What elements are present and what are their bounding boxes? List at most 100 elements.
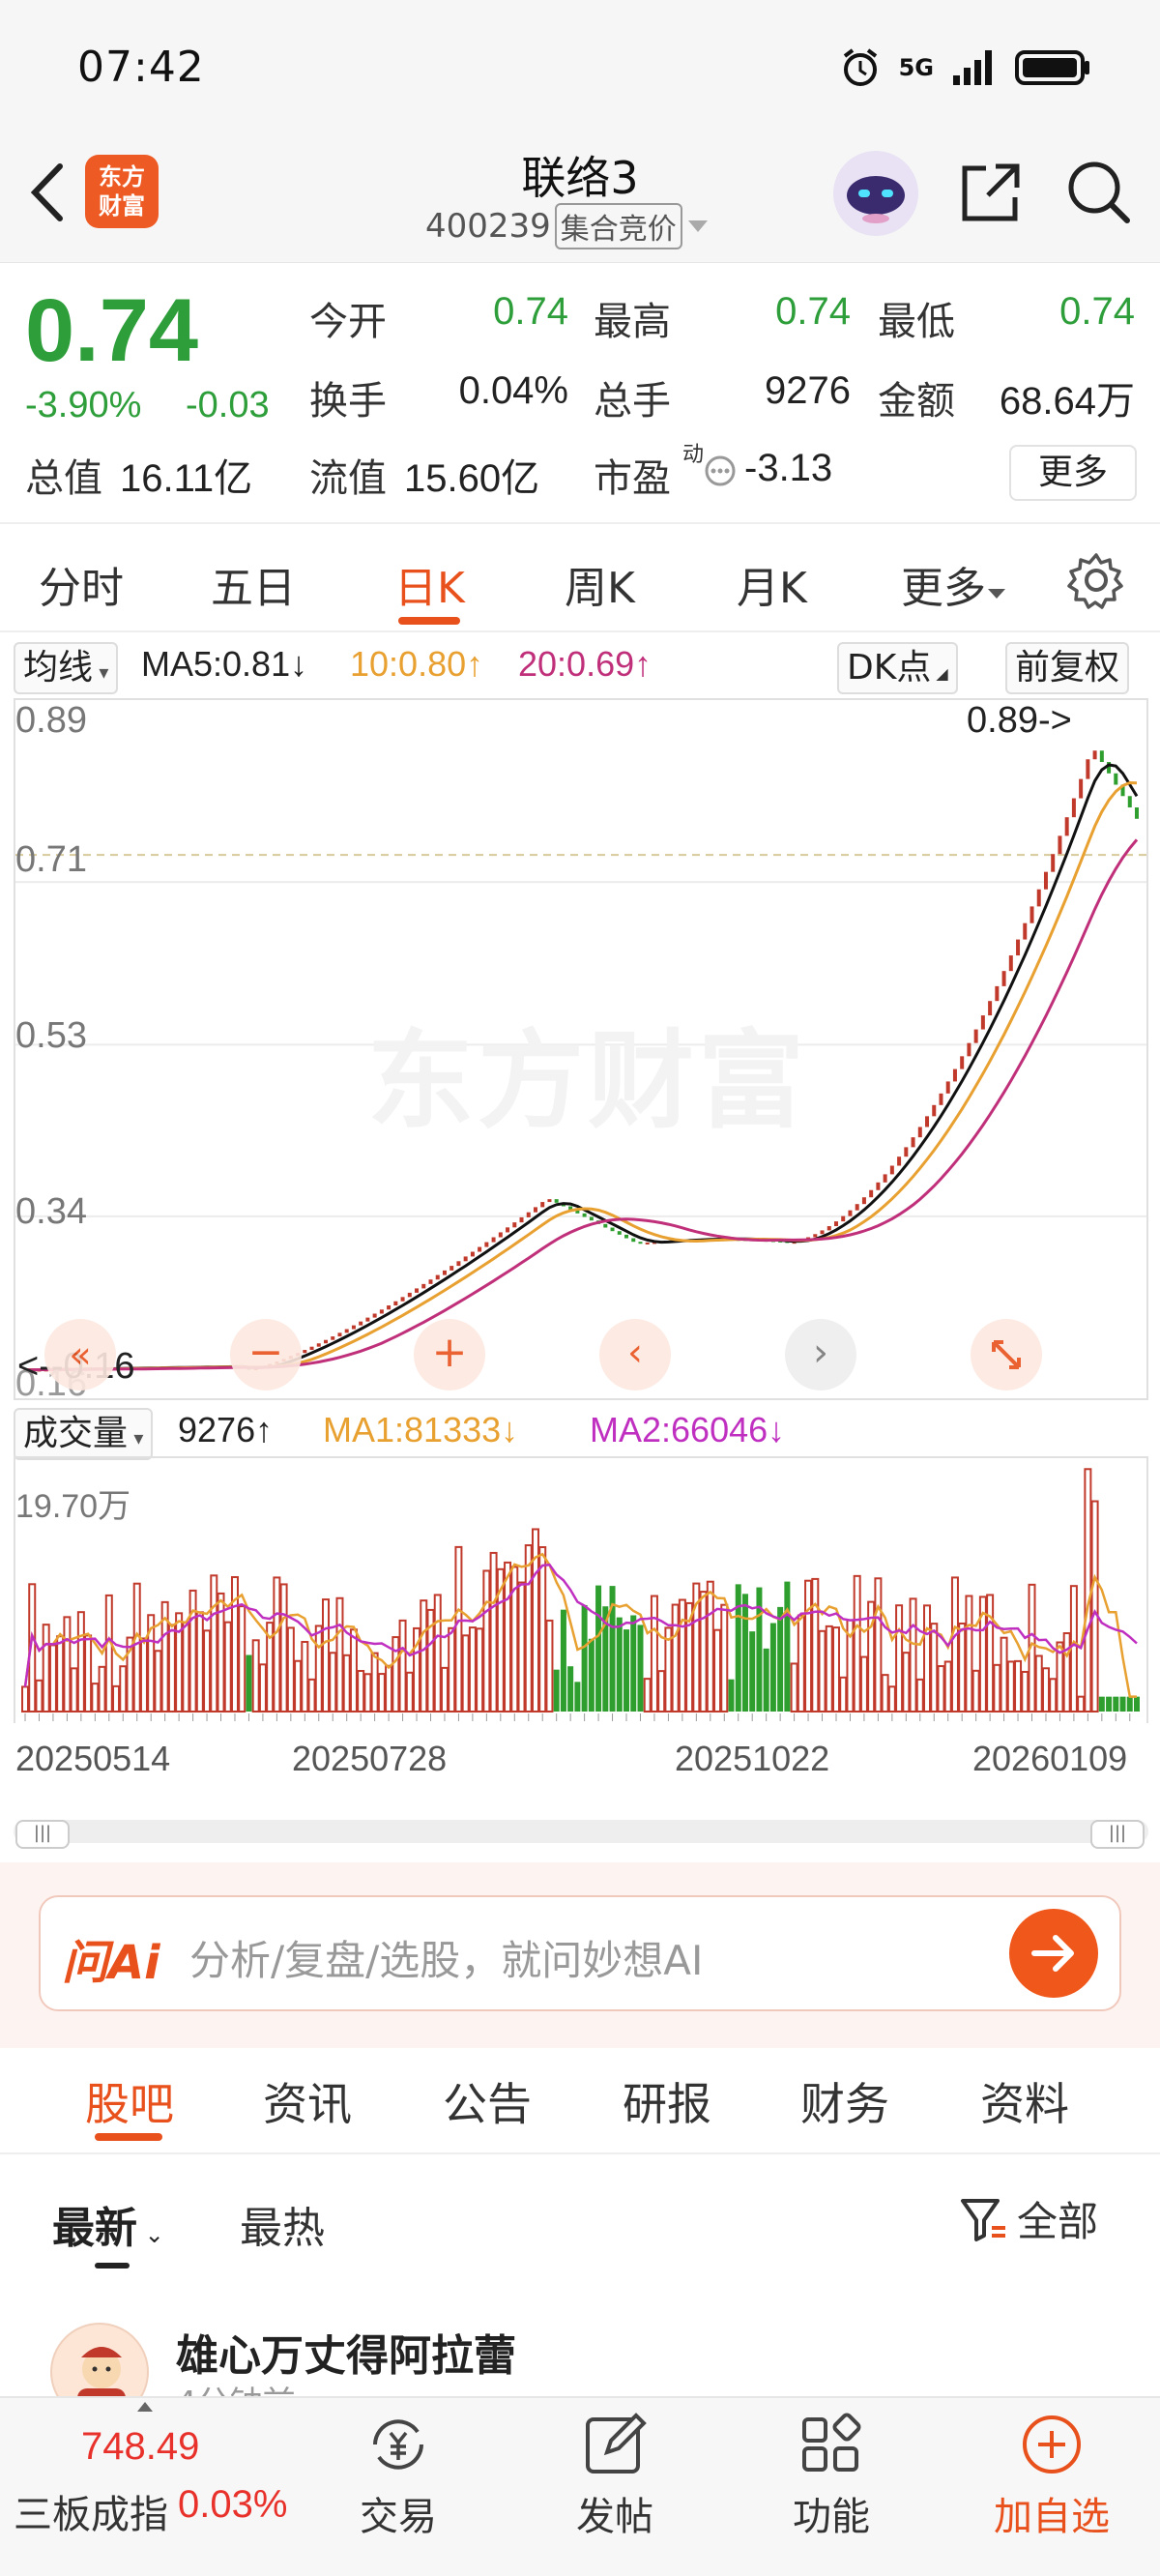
share-icon[interactable] — [957, 159, 1025, 226]
tab-forum[interactable]: 股吧 — [85, 2069, 174, 2133]
post-username[interactable]: 雄心万丈得阿拉蕾 — [176, 2321, 516, 2383]
tab-more[interactable]: 更多 — [901, 553, 1007, 615]
volume-bar — [286, 1626, 295, 1712]
feed-filter-button[interactable]: 全部 — [957, 2189, 1098, 2248]
volume-bar — [182, 1621, 190, 1712]
feed-hot-tab[interactable]: 最热 — [240, 2193, 325, 2255]
volume-bar — [476, 1627, 484, 1713]
candle — [337, 1332, 342, 1337]
volume-bar — [307, 1678, 316, 1713]
candle — [351, 1325, 356, 1330]
candle — [506, 1227, 510, 1233]
volume-bar — [203, 1629, 212, 1712]
ai-submit-button[interactable] — [1009, 1909, 1098, 1998]
active-tab-underline — [398, 617, 460, 625]
range-handle-right[interactable]: ||| — [1090, 1820, 1145, 1849]
x-date-3: 20260109 — [972, 1739, 1128, 1778]
high-value: 0.74 — [775, 290, 851, 333]
volume-chart[interactable] — [14, 1456, 1148, 1723]
volume-bar — [1021, 1670, 1030, 1712]
zoom-out-button[interactable]: − — [230, 1319, 302, 1390]
candle — [435, 1274, 440, 1280]
feed-filter-label: 全部 — [1017, 2198, 1099, 2245]
compose-label[interactable]: 发帖 — [518, 2485, 711, 2541]
range-scroller[interactable] — [14, 1820, 1148, 1843]
volume-bar — [699, 1591, 708, 1712]
tab-intraday[interactable]: 分时 — [39, 553, 124, 615]
volume-bar — [517, 1581, 526, 1712]
volume-bar — [175, 1612, 184, 1712]
index-name[interactable]: 三板成指 — [14, 2483, 168, 2539]
volume-bar — [454, 1545, 463, 1713]
volume-bar — [1069, 1585, 1078, 1712]
candle — [883, 1174, 887, 1183]
scroll-left-button[interactable]: ‹ — [599, 1319, 671, 1390]
trade-icon[interactable] — [302, 2408, 495, 2485]
volume-bar — [735, 1584, 741, 1712]
volume-bar — [853, 1574, 861, 1712]
candle — [1127, 796, 1132, 808]
compose-icon[interactable] — [518, 2408, 711, 2485]
range-handle-left[interactable]: ||| — [15, 1820, 70, 1849]
tab-news[interactable]: 资讯 — [263, 2069, 352, 2133]
stock-subtitle[interactable]: 400239 集合竞价 — [425, 203, 710, 249]
tab-finance[interactable]: 财务 — [800, 2069, 889, 2133]
low-value: 0.74 — [1059, 290, 1135, 333]
functions-icon[interactable] — [735, 2408, 928, 2485]
tab-monthly-k[interactable]: 月K — [737, 553, 807, 615]
tab-announcements[interactable]: 公告 — [443, 2069, 532, 2133]
ma-type-chip[interactable]: 均线 ▾ — [14, 642, 119, 694]
functions-label[interactable]: 功能 — [735, 2485, 928, 2541]
candle — [826, 1226, 831, 1231]
ma10-value: 10:0.80 — [350, 644, 467, 684]
scroll-far-left-button[interactable]: « — [44, 1319, 116, 1390]
adjust-chip[interactable]: 前复权 — [1005, 642, 1130, 694]
feed-latest-tab[interactable]: 最新 ⌄ — [52, 2193, 164, 2255]
volume-bar — [839, 1676, 848, 1713]
more-quote-button[interactable]: 更多 — [1009, 445, 1137, 501]
zoom-in-button[interactable]: + — [414, 1319, 485, 1390]
volume-bar — [545, 1619, 554, 1712]
y-tick-2: 0.53 — [15, 1015, 87, 1056]
candle — [995, 985, 1000, 1002]
candle — [960, 1056, 965, 1069]
volume-bar — [1034, 1654, 1043, 1712]
volume-ma1: MA1:81333↓ — [323, 1410, 519, 1449]
volume-bar — [398, 1619, 407, 1712]
trade-label[interactable]: 交易 — [302, 2485, 495, 2541]
ma10-label: 10:0.80↑ — [350, 644, 484, 684]
volume-bar — [915, 1678, 924, 1712]
fullscreen-button[interactable] — [971, 1319, 1042, 1390]
ai-robot-avatar[interactable] — [833, 151, 918, 236]
volume-bar — [98, 1665, 106, 1712]
volume-bar — [671, 1603, 680, 1712]
volume-bar — [581, 1604, 588, 1712]
candle — [540, 1202, 545, 1208]
volume-bar — [1106, 1696, 1113, 1712]
tab-weekly-k[interactable]: 周K — [565, 553, 635, 615]
settings-gear-icon[interactable] — [1067, 551, 1125, 609]
add-watch-label[interactable]: 加自选 — [955, 2485, 1148, 2541]
tab-profile[interactable]: 资料 — [980, 2069, 1069, 2133]
candle — [952, 1068, 957, 1082]
dk-point-chip[interactable]: DK点 ◢ — [837, 642, 958, 694]
volume-bar — [741, 1594, 748, 1712]
volume-bar — [420, 1599, 428, 1712]
volume-bar — [440, 1666, 449, 1712]
scroll-right-button[interactable]: › — [785, 1319, 856, 1390]
volume-bar — [357, 1670, 365, 1712]
index-value[interactable]: 748.49 — [81, 2425, 199, 2469]
search-icon[interactable] — [1063, 157, 1133, 226]
pe-info-icon[interactable] — [704, 454, 737, 487]
tab-daily-k[interactable]: 日K — [394, 553, 465, 615]
tab-research[interactable]: 研报 — [623, 2069, 711, 2133]
volume-bar — [560, 1609, 566, 1712]
volume-bar — [1113, 1696, 1119, 1712]
candle — [973, 1029, 978, 1043]
mktcap-label: 总值 — [25, 456, 102, 501]
volume-ma1-value: MA1:81333 — [323, 1410, 502, 1449]
add-watch-icon[interactable] — [955, 2408, 1148, 2485]
tab-five-day[interactable]: 五日 — [211, 553, 296, 615]
volume-bar — [825, 1625, 833, 1712]
volume-indicator-chip[interactable]: 成交量 ▾ — [14, 1408, 154, 1460]
